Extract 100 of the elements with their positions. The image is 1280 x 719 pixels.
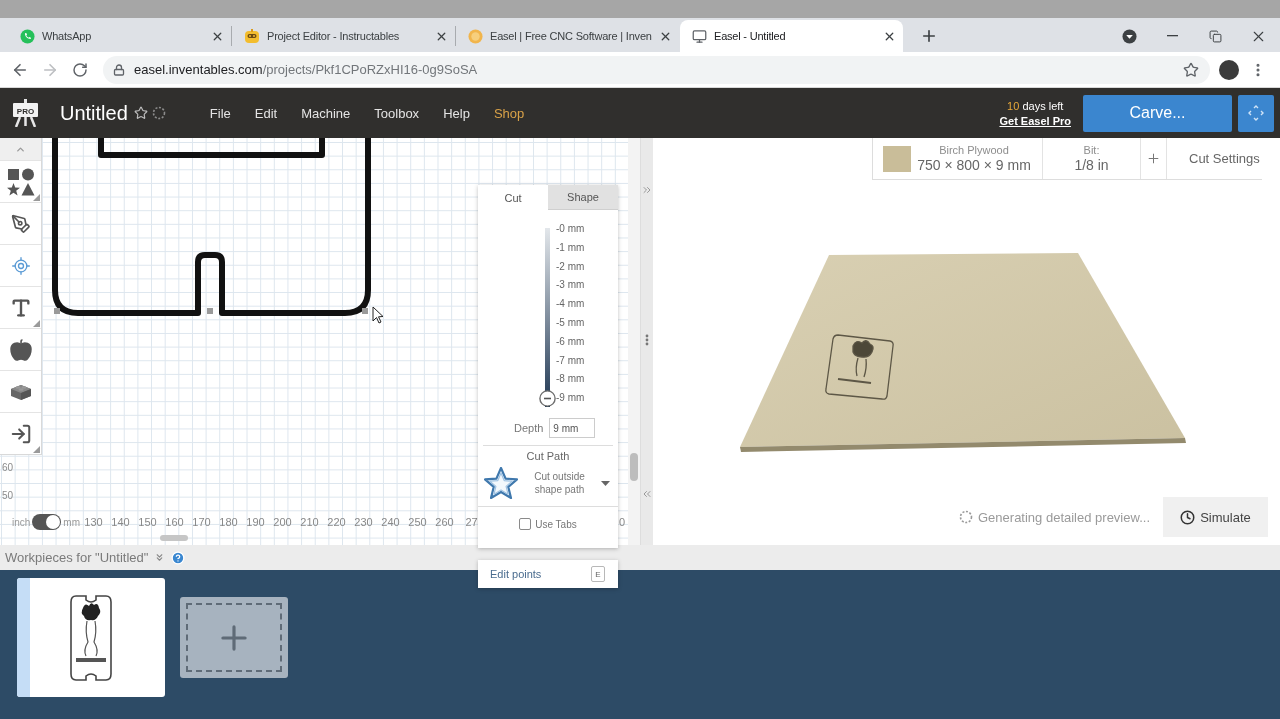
add-workpiece-button[interactable] — [180, 597, 288, 678]
favorite-star-icon[interactable] — [133, 106, 148, 120]
edit-points-button[interactable]: Edit points E — [478, 560, 618, 588]
depth-scale-label: -9 mm — [556, 391, 585, 406]
profile-avatar[interactable] — [1219, 59, 1239, 80]
workpiece-card[interactable] — [17, 578, 165, 697]
ruler-label: 230 — [353, 516, 374, 528]
tool-button[interactable] — [0, 412, 41, 454]
panel-tab[interactable]: Shape — [548, 185, 618, 210]
depth-scale-label: -3 mm — [556, 278, 585, 293]
menu-item[interactable]: Machine — [289, 98, 363, 128]
unit-label: inch — [12, 516, 31, 528]
caret-icon — [601, 480, 610, 486]
ruler-label: 240 — [380, 516, 401, 528]
ruler-label: 250 — [407, 516, 428, 528]
menu-item[interactable]: Edit — [242, 98, 290, 128]
cut-path-select[interactable]: Cut outside shape path — [478, 464, 618, 502]
corner-triangle-icon — [33, 320, 40, 327]
selection-handle[interactable] — [54, 308, 60, 314]
ruler-label: 210 — [299, 516, 320, 528]
depth-scale-label: -4 mm — [556, 297, 585, 312]
carve-button[interactable]: Carve... — [1083, 94, 1232, 132]
browser-tab[interactable]: Easel | Free CNC Software | Inven — [456, 20, 679, 52]
ruler-label: 0 — [618, 516, 625, 528]
reload-icon — [72, 61, 88, 78]
star-icon — [484, 467, 518, 499]
spinner-icon — [151, 106, 166, 120]
preview-status: Generating detailed preview... — [978, 509, 1150, 525]
unit-toggle[interactable] — [32, 514, 62, 530]
ruler-label: 200 — [272, 516, 293, 528]
cut-settings-button[interactable]: Cut Settings — [1166, 138, 1262, 179]
easel-logo: PRO — [12, 99, 39, 127]
star-icon — [1183, 61, 1199, 78]
menu-item[interactable]: File — [197, 98, 243, 128]
pen-tool-icon — [10, 213, 31, 234]
depth-scale-label: -5 mm — [556, 316, 585, 330]
menu-item[interactable]: Help — [431, 98, 482, 128]
ruler-label: 160 — [164, 516, 185, 528]
brick-icon — [8, 382, 33, 401]
browser-tab[interactable]: Project Editor - Instructables — [232, 20, 455, 52]
drag-handle-icon[interactable] — [645, 334, 649, 346]
depth-scale-label: -7 mm — [556, 353, 585, 368]
help-icon[interactable] — [171, 550, 186, 565]
depth-scale-label: -6 mm — [556, 334, 585, 349]
circle-icon — [468, 28, 483, 44]
ruler-label: 60 — [2, 462, 14, 474]
depth-scale-label: -2 mm — [556, 259, 585, 274]
ruler-label: 190 — [245, 516, 266, 528]
selection-handle[interactable] — [207, 308, 213, 314]
scrollbar-thumb[interactable] — [630, 453, 638, 481]
chat-icon — [20, 28, 35, 44]
ruler-label: 150 — [137, 516, 158, 528]
project-title: Untitled — [60, 101, 128, 125]
expand-button[interactable] — [1238, 94, 1274, 132]
depth-scale-label: -8 mm — [556, 372, 585, 387]
crosshair-icon — [10, 255, 31, 276]
shapes-icon — [6, 167, 35, 196]
simulate-button[interactable]: Simulate — [1163, 497, 1268, 537]
depth-slider-thumb[interactable] — [539, 390, 556, 407]
expand-arrows-icon — [1248, 105, 1264, 121]
engraved-design — [825, 334, 894, 400]
minimize-icon — [1167, 35, 1178, 37]
ruler-label: 180 — [218, 516, 239, 528]
browser-tab[interactable]: WhatsApp — [8, 20, 231, 52]
browser-tab[interactable]: Easel - Untitled — [680, 20, 903, 52]
panel-tab[interactable]: Cut — [478, 185, 548, 210]
corner-triangle-icon — [33, 446, 40, 453]
spinner-icon — [959, 510, 973, 524]
get-easel-pro-link[interactable]: Get Easel Pro — [999, 114, 1071, 127]
url-field[interactable]: easel.inventables.com/projects/Pkf1CPoRZxHI16-0g9SoSA — [103, 55, 1210, 84]
depth-label: Depth — [514, 422, 544, 434]
ruler-label: 50 — [2, 490, 14, 502]
depth-input[interactable]: 9 mm — [549, 418, 596, 438]
bit-button[interactable]: Bit: 1/8 in — [1042, 138, 1140, 179]
ruler-label: 130 — [83, 516, 104, 528]
use-tabs-checkbox[interactable] — [519, 518, 532, 530]
material-swatch-icon — [883, 145, 911, 172]
menu-item[interactable]: Shop — [481, 98, 537, 128]
monitor-icon — [692, 28, 707, 44]
ruler-label: 170 — [191, 516, 212, 528]
clock-icon — [1180, 509, 1196, 525]
menu-item[interactable]: Toolbox — [362, 98, 432, 128]
ruler-label: 140 — [110, 516, 131, 528]
mouse-cursor-icon — [372, 306, 384, 324]
scrollbar-thumb[interactable] — [160, 535, 188, 541]
tool-button[interactable] — [0, 286, 41, 328]
plus-icon — [920, 27, 938, 45]
circle-down-icon — [1122, 28, 1137, 44]
lock-icon — [113, 63, 125, 76]
material-button[interactable]: Birch Plywood 750 × 800 × 9 mm — [873, 138, 1042, 179]
shortcut-key: E — [591, 566, 605, 582]
unit-label: mm — [63, 516, 80, 528]
depth-scale-label: -1 mm — [556, 240, 585, 255]
selection-handle[interactable] — [362, 308, 368, 314]
corner-triangle-icon — [33, 194, 40, 201]
import-icon — [9, 422, 32, 445]
ruler-label: 27 — [464, 516, 479, 528]
tool-button[interactable] — [0, 160, 41, 202]
trial-days-left: 10 days left — [1007, 99, 1064, 112]
workpieces-title: Workpieces for "Untitled" — [5, 550, 149, 565]
